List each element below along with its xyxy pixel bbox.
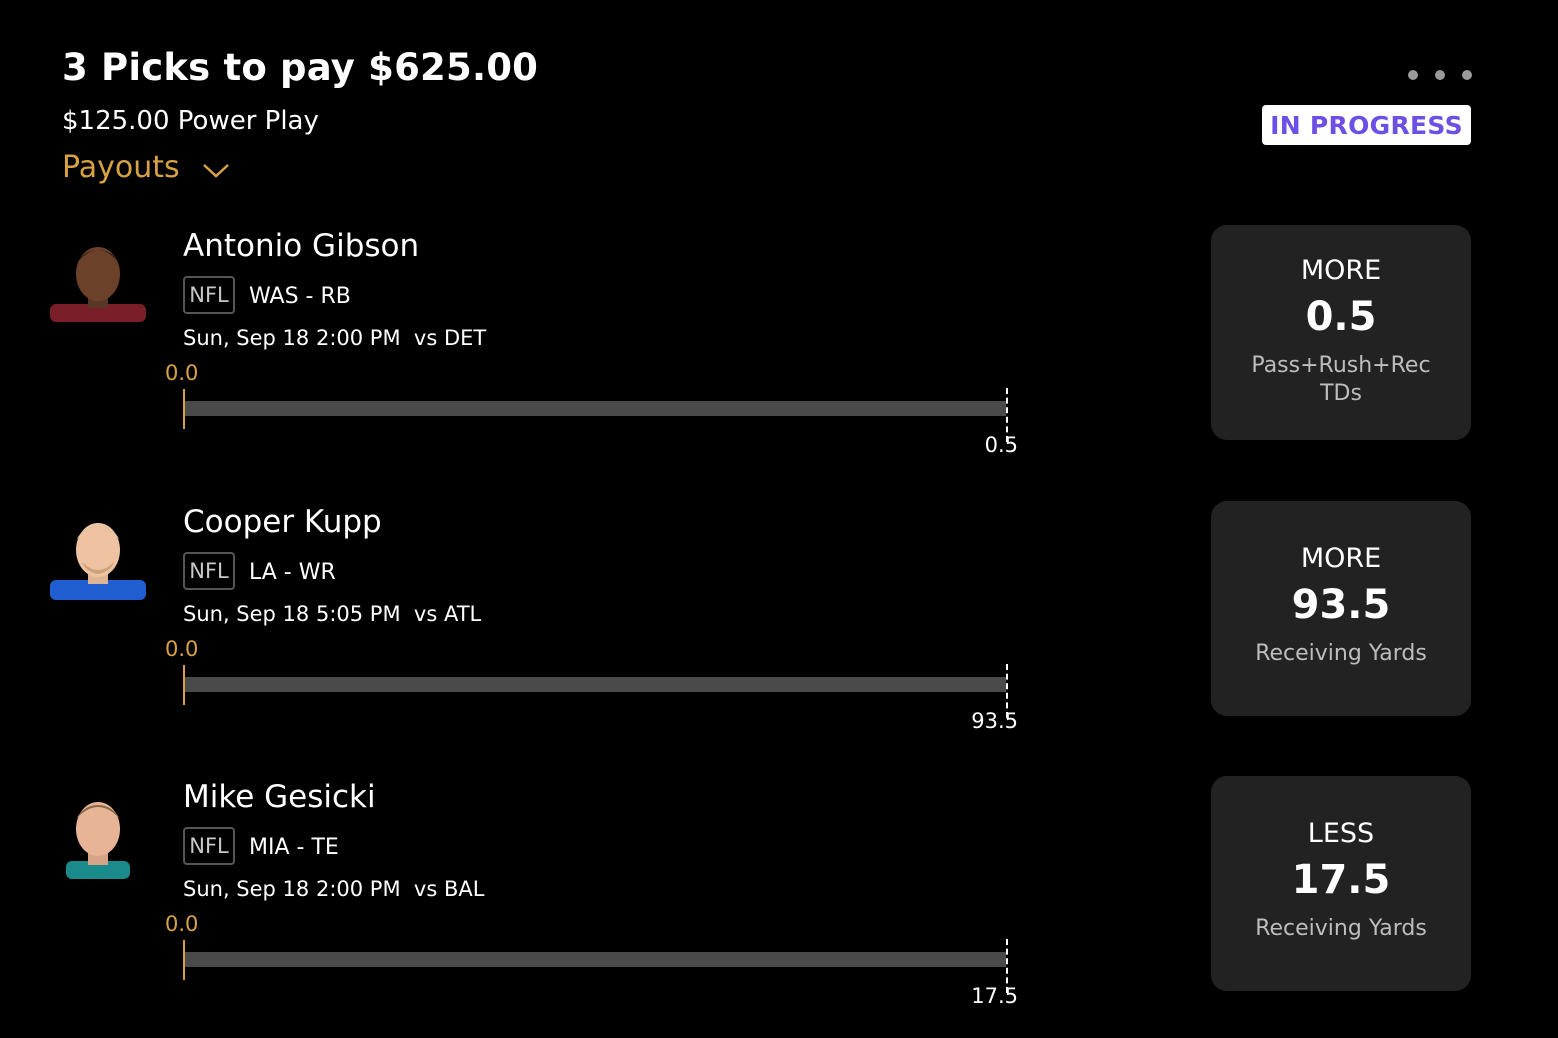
projection-card[interactable]: LESS 17.5 Receiving Yards xyxy=(1211,776,1471,991)
pick-direction: MORE xyxy=(1300,543,1382,574)
payouts-toggle[interactable]: Payouts xyxy=(62,150,230,185)
chevron-down-icon xyxy=(202,163,229,178)
avatar xyxy=(50,791,146,879)
payouts-label: Payouts xyxy=(62,150,180,185)
player-name[interactable]: Antonio Gibson xyxy=(183,228,419,264)
player-name[interactable]: Cooper Kupp xyxy=(183,504,382,540)
entry-title: 3 Picks to pay $625.00 xyxy=(62,46,539,89)
progress-track xyxy=(185,952,1006,967)
status-badge: IN PROGRESS xyxy=(1262,105,1471,145)
dot-icon xyxy=(1435,70,1445,80)
league-tag: NFL xyxy=(183,827,235,865)
projection-card[interactable]: MORE 0.5 Pass+Rush+Rec TDs xyxy=(1211,225,1471,440)
game-info: Sun, Sep 18 2:00 PM vs BAL xyxy=(183,877,485,901)
progress-start-label: 0.0 xyxy=(165,912,199,936)
projection-card[interactable]: MORE 93.5 Receiving Yards xyxy=(1211,501,1471,716)
progress-track xyxy=(185,401,1006,416)
line-value: 93.5 xyxy=(1291,582,1391,628)
game-info: Sun, Sep 18 5:05 PM vs ATL xyxy=(183,602,482,626)
stat-type: Receiving Yards xyxy=(1255,916,1427,941)
entry-subtitle: $125.00 Power Play xyxy=(62,106,319,136)
line-value: 0.5 xyxy=(1305,294,1377,340)
progress-track xyxy=(185,677,1006,692)
progress-start-label: 0.0 xyxy=(165,361,199,385)
line-value-label: 17.5 xyxy=(971,984,1018,1008)
league-tag: NFL xyxy=(183,552,235,590)
pick-direction: MORE xyxy=(1300,255,1382,286)
team-position: WAS - RB xyxy=(249,284,351,309)
avatar xyxy=(50,512,146,600)
line-value-label: 0.5 xyxy=(984,433,1018,457)
stat-type: Receiving Yards xyxy=(1255,641,1427,666)
progress-start-label: 0.0 xyxy=(165,637,199,661)
dot-icon xyxy=(1408,70,1418,80)
pick-direction: LESS xyxy=(1307,818,1375,849)
avatar xyxy=(50,234,146,322)
team-position: MIA - TE xyxy=(249,835,339,860)
line-value: 17.5 xyxy=(1291,857,1391,903)
stat-type: Pass+Rush+Rec TDs xyxy=(1251,353,1431,406)
game-info: Sun, Sep 18 2:00 PM vs DET xyxy=(183,326,487,350)
team-position: LA - WR xyxy=(249,560,336,585)
more-options-button[interactable] xyxy=(1408,66,1472,84)
dot-icon xyxy=(1462,70,1472,80)
line-value-label: 93.5 xyxy=(971,709,1018,733)
league-tag: NFL xyxy=(183,276,235,314)
player-name[interactable]: Mike Gesicki xyxy=(183,779,376,815)
